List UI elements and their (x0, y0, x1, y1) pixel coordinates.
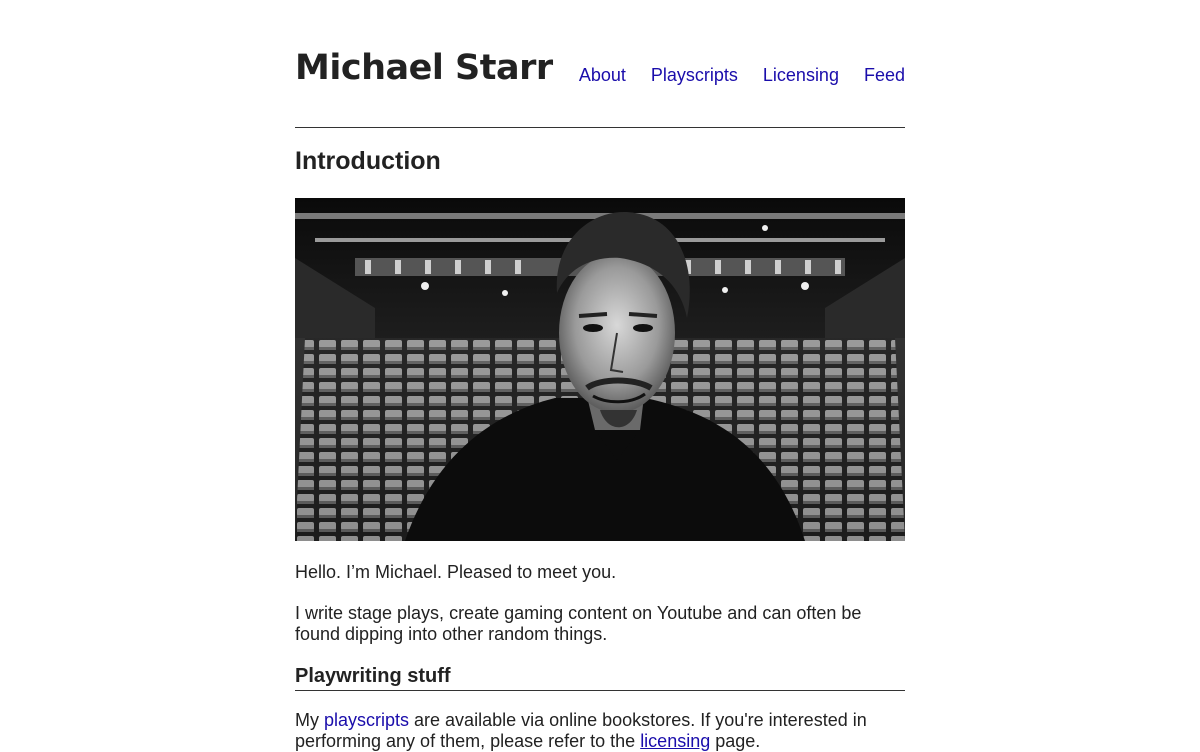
licensing-link[interactable]: licensing (640, 731, 710, 751)
bio-text: I write stage plays, create gaming conte… (295, 603, 862, 644)
playscripts-link[interactable]: playscripts (324, 710, 409, 730)
site-title[interactable]: Michael Starr (295, 48, 553, 88)
playwriting-text: My playscripts are available via online … (295, 710, 905, 752)
playwriting-text-end: page. (710, 731, 761, 751)
playwriting-text-start: My (295, 710, 324, 730)
nav-playscripts[interactable]: Playscripts (651, 65, 738, 86)
intro-heading: Introduction (295, 147, 441, 175)
main-nav: About Playscripts Licensing Feed (579, 65, 905, 86)
nav-feed[interactable]: Feed (864, 65, 905, 86)
theater-portrait-image (295, 198, 905, 541)
playwriting-heading: Playwriting stuff (295, 665, 905, 691)
site-header: Michael Starr About Playscripts Licensin… (295, 0, 905, 128)
greeting-text: Hello. I’m Michael. Pleased to meet you. (295, 562, 617, 582)
nav-licensing[interactable]: Licensing (763, 65, 839, 86)
hero-photo (295, 198, 905, 541)
nav-about[interactable]: About (579, 65, 626, 86)
page-container: Michael Starr About Playscripts Licensin… (295, 0, 905, 751)
